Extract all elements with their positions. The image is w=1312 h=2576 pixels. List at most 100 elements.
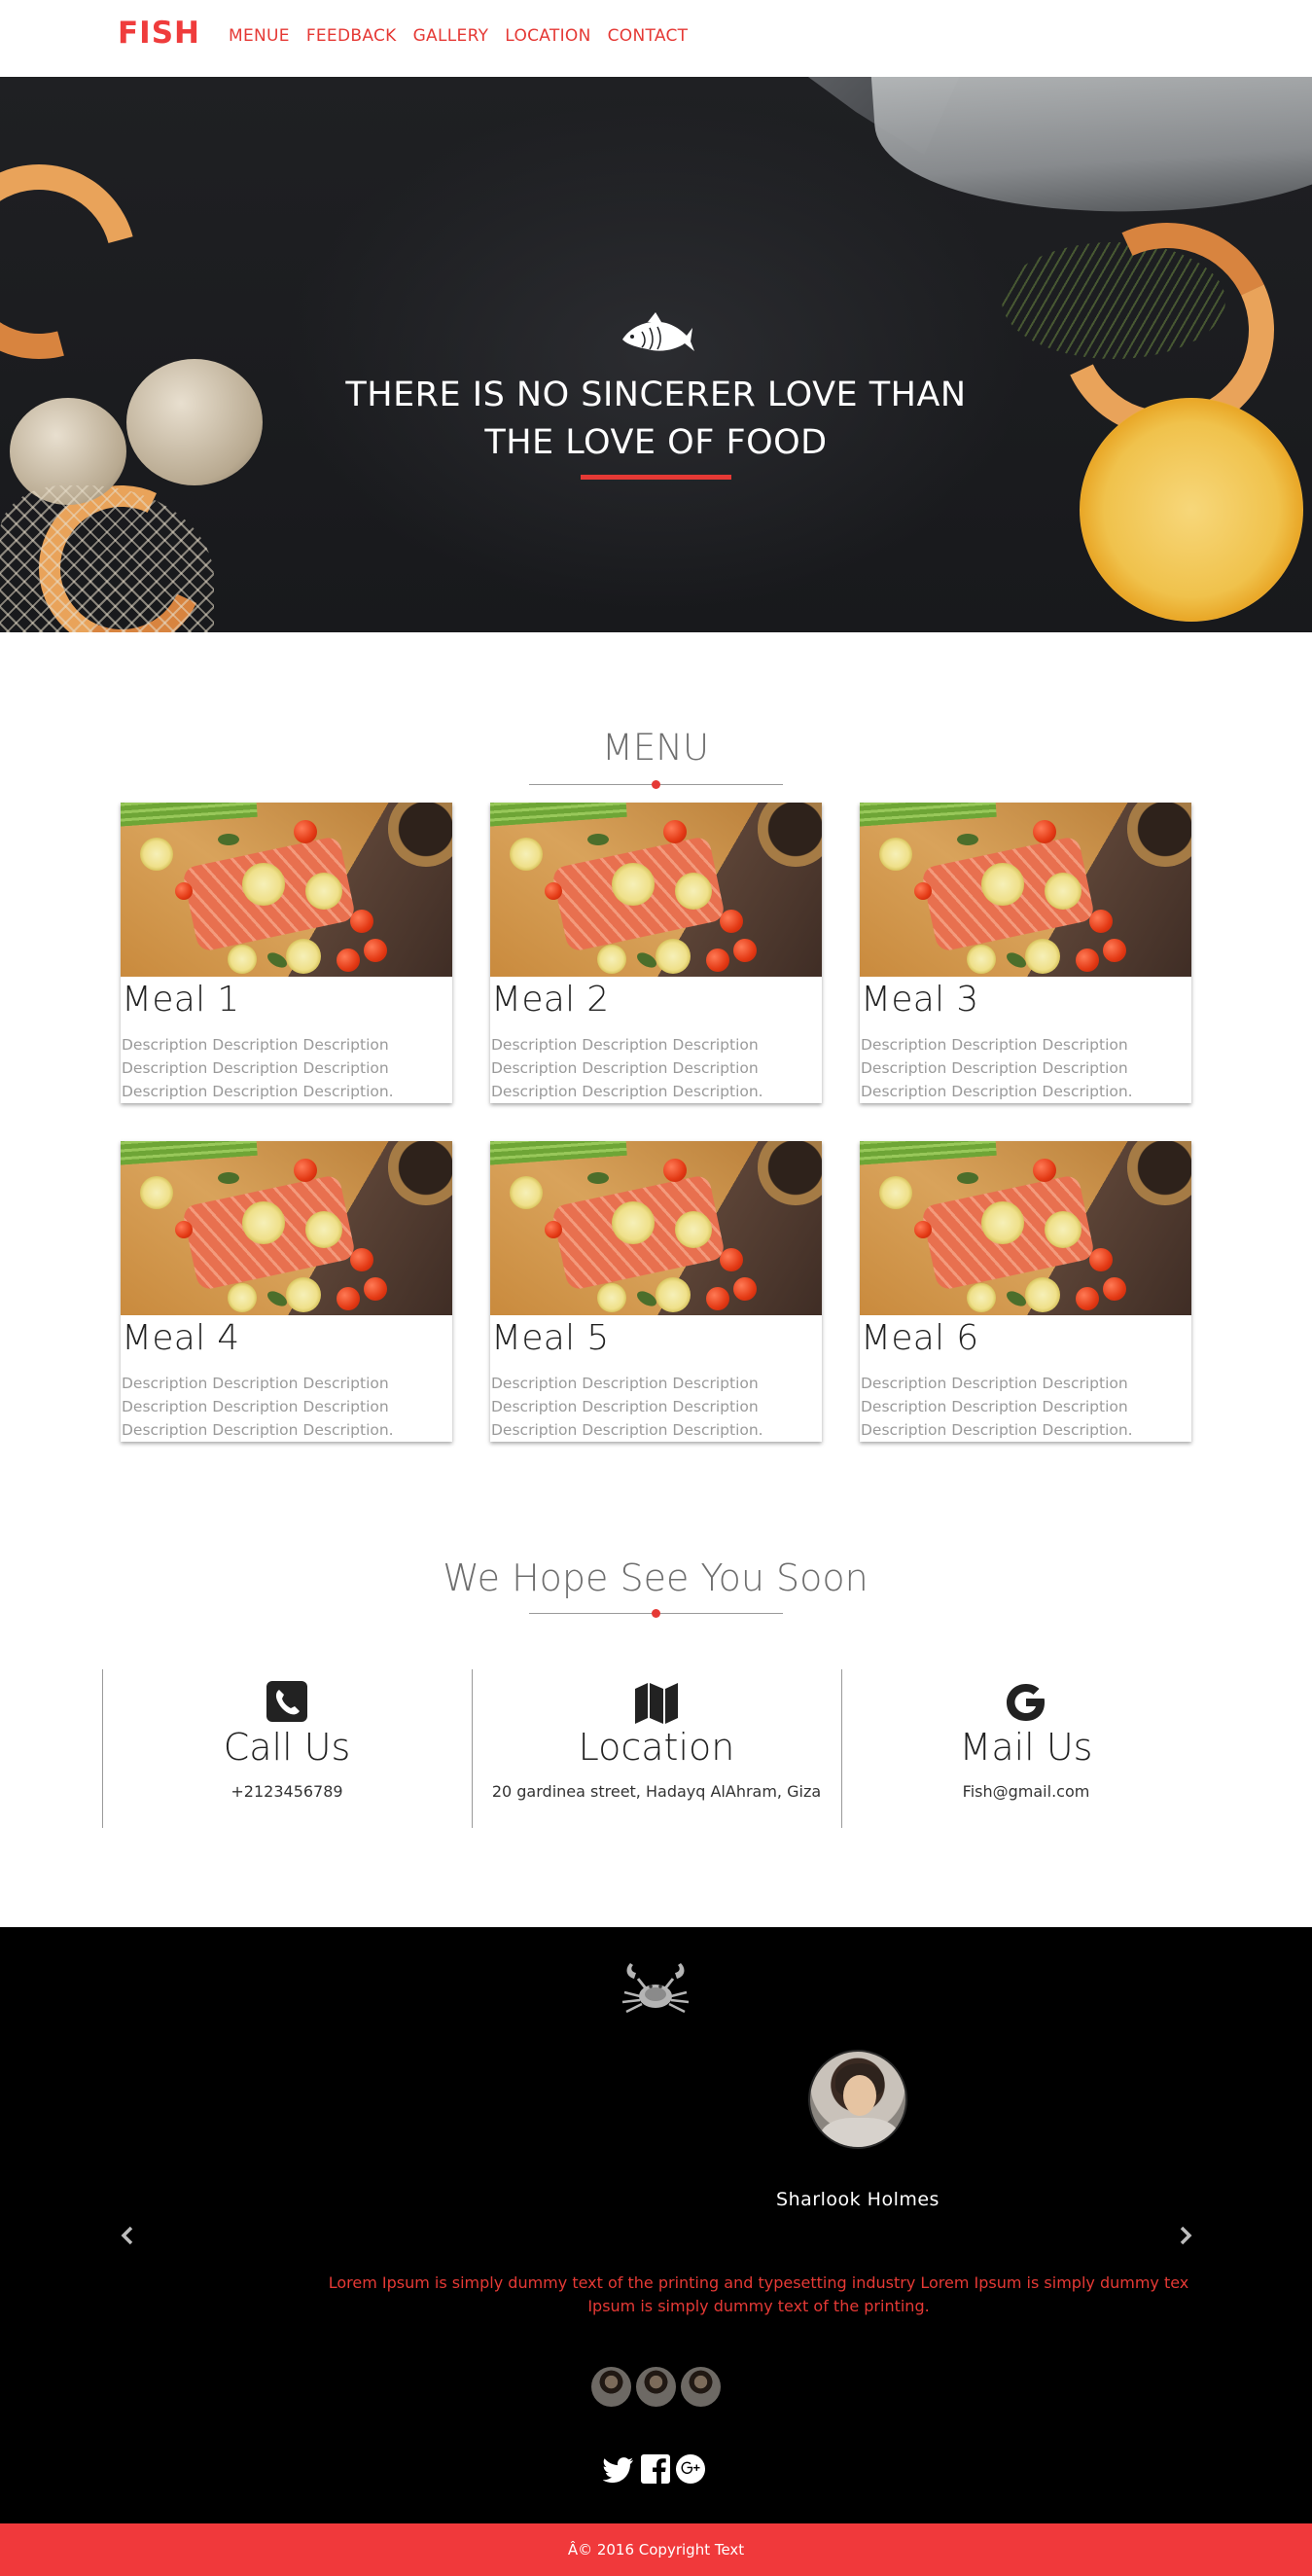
meal-image-lemon	[510, 1176, 543, 1209]
hero-decor-lemon	[1080, 398, 1303, 622]
meal-image	[490, 803, 822, 977]
contact-mail-heading: Mail Us	[959, 1726, 1093, 1769]
contact-call-heading: Call Us	[223, 1726, 351, 1769]
meal-image-lemon	[967, 1283, 996, 1312]
twitter-icon[interactable]	[603, 2453, 634, 2485]
hero-decor-shell	[126, 359, 263, 485]
meal-image-tomato	[175, 1221, 193, 1238]
meal-image-tomato	[364, 1277, 387, 1301]
testimonial-text-line2: Ipsum is simply dummy text of the printi…	[587, 2297, 930, 2315]
meal-image-lemon	[597, 945, 626, 974]
meal-description-line: Description Description Description.	[122, 1083, 394, 1100]
contact-title-dot	[652, 1609, 660, 1618]
hero-underline	[581, 475, 731, 480]
google-plus-icon[interactable]	[675, 2453, 706, 2485]
meal-description: Description Description Description Descr…	[491, 1033, 822, 1103]
menu-title: MENU	[601, 727, 710, 769]
meal-image-tomato	[337, 1287, 360, 1310]
carousel-thumb-2[interactable]	[636, 2367, 676, 2407]
meal-image-tomato	[720, 910, 743, 933]
meal-image-lemon	[981, 1201, 1024, 1244]
contact-call-detail[interactable]: +2123456789	[102, 1782, 472, 1801]
meal-image-asparagus	[860, 803, 997, 828]
hero-banner: THERE IS NO SINCERER LOVE THAN THE LOVE …	[0, 77, 1312, 632]
meal-image-lemon	[612, 1201, 655, 1244]
copyright-bar: Â© 2016 Copyright Text	[0, 2523, 1312, 2576]
meal-image-leaf	[218, 1172, 239, 1184]
meal-image-asparagus	[860, 1141, 997, 1166]
meal-image-tomato	[663, 820, 687, 843]
meal-image-tomato	[337, 948, 360, 972]
meal-image	[860, 1141, 1191, 1315]
meal-title: Meal 5	[491, 1318, 610, 1358]
contact-location-detail[interactable]: 20 gardinea street, Hadayq AlAhram, Giza	[472, 1782, 841, 1801]
meal-image-lemon	[656, 939, 691, 974]
nav-link-menue[interactable]: MENUE	[229, 26, 290, 46]
meal-image-asparagus	[490, 1141, 627, 1166]
meal-description-line: Description Description Description	[861, 1059, 1128, 1077]
contact-mail: Mail Us Fish@gmail.com	[841, 1669, 1211, 1828]
carousel-next-icon[interactable]	[1176, 2225, 1195, 2246]
meal-image-tomato	[545, 1221, 562, 1238]
meal-image-tomato	[914, 1221, 932, 1238]
meal-description-line: Description Description Description.	[491, 1083, 763, 1100]
facebook-icon[interactable]	[640, 2453, 671, 2485]
menu-card[interactable]: Meal 6 Description Description Descriptio…	[860, 1141, 1191, 1442]
carousel-prev-icon[interactable]	[118, 2225, 137, 2246]
meal-image-lemon	[305, 873, 342, 910]
meal-image-leaf	[957, 1172, 978, 1184]
carousel-thumb-1[interactable]	[591, 2367, 631, 2407]
meal-image-tomato	[175, 882, 193, 900]
nav-link-contact[interactable]: CONTACT	[608, 26, 689, 46]
testimonial-text: Lorem Ipsum is simply dummy text of the …	[321, 2272, 1196, 2318]
meal-description-line: Description Description Description	[122, 1059, 389, 1077]
menu-card[interactable]: Meal 3 Description Description Descriptio…	[860, 803, 1191, 1103]
menu-card[interactable]: Meal 1 Description Description Descriptio…	[121, 803, 452, 1103]
testimonial-text-line1: Lorem Ipsum is simply dummy text of the …	[328, 2273, 1189, 2292]
meal-image-pepper-bowl	[388, 803, 452, 867]
meal-description-line: Description Description Description.	[122, 1421, 394, 1439]
meal-image-lemon	[612, 863, 655, 906]
contact-title: We Hope See You Soon	[443, 1556, 869, 1599]
meal-image-tomato	[1103, 939, 1126, 962]
meal-image-tomato	[545, 882, 562, 900]
nav-link-location[interactable]: LOCATION	[505, 26, 590, 46]
hero-quote: THERE IS NO SINCERER LOVE THAN THE LOVE …	[243, 372, 1069, 467]
meal-image-lemon	[1025, 1277, 1060, 1312]
meal-image-lemon	[597, 1283, 626, 1312]
meal-description: Description Description Description Descr…	[491, 1372, 822, 1442]
menu-card[interactable]: Meal 5 Description Description Descriptio…	[490, 1141, 822, 1442]
meal-image-tomato	[1089, 910, 1113, 933]
contact-mail-detail[interactable]: Fish@gmail.com	[841, 1782, 1211, 1801]
meal-image-tomato	[914, 882, 932, 900]
meal-image-pepper-bowl	[1127, 1141, 1191, 1205]
carousel-thumb-3[interactable]	[681, 2367, 721, 2407]
meal-image	[860, 803, 1191, 977]
meal-description-line: Description Description Description	[491, 1036, 759, 1054]
menu-card[interactable]: Meal 2 Description Description Descriptio…	[490, 803, 822, 1103]
meal-description-line: Description Description Description.	[861, 1083, 1133, 1100]
meal-description-line: Description Description Description	[122, 1375, 389, 1392]
nav-link-feedback[interactable]: FEEDBACK	[306, 26, 397, 46]
meal-image-tomato	[733, 939, 757, 962]
meal-image-tomato	[706, 948, 729, 972]
meal-description-line: Description Description Description	[861, 1398, 1128, 1415]
crab-icon	[621, 1963, 690, 2014]
meal-image-lemon	[510, 838, 543, 871]
meal-description-line: Description Description Description	[491, 1375, 759, 1392]
meal-description-line: Description Description Description	[861, 1375, 1128, 1392]
meal-image-leaf	[587, 1172, 609, 1184]
nav-link-gallery[interactable]: GALLERY	[413, 26, 489, 46]
menu-card[interactable]: Meal 4 Description Description Descriptio…	[121, 1141, 452, 1442]
meal-image-leaf	[218, 834, 239, 845]
meal-image-lemon	[656, 1277, 691, 1312]
meal-image-tomato	[733, 1277, 757, 1301]
meal-description: Description Description Description Descr…	[122, 1372, 452, 1442]
meal-image-lemon	[228, 945, 257, 974]
meal-image-lemon	[879, 838, 912, 871]
meal-description-line: Description Description Description.	[491, 1421, 763, 1439]
meal-description-line: Description Description Description	[491, 1059, 759, 1077]
meal-image-tomato	[720, 1248, 743, 1271]
meal-image-tomato	[294, 820, 317, 843]
brand-logo[interactable]: FISH	[118, 16, 200, 51]
